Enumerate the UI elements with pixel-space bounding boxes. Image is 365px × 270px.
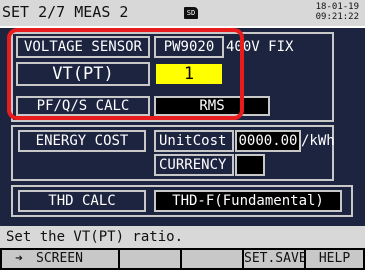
unit-cost-input[interactable]: 0000.00 [235,130,301,152]
time-text: 09:21:22 [315,12,359,22]
fkey-blank-3[interactable] [182,250,242,268]
currency-input[interactable] [235,154,265,176]
fkey-blank-2[interactable] [120,250,180,268]
help-button[interactable]: HELP [306,250,363,268]
function-key-bar: ➔ SCREEN SET.SAVE HELP [0,248,365,270]
unit-cost-unit: /kWh [301,133,335,149]
arrow-right-icon: ➔ [15,251,23,266]
screen-button-label: SCREEN [36,251,83,266]
datetime-display: 18-01-19 09:21:22 [316,2,359,22]
settings-screen: SET 2/7 MEAS 2 SD 18-01-19 09:21:22 VOLT… [0,0,365,270]
settings-tab[interactable]: SET 2/7 MEAS 2 [2,2,128,22]
set-save-button[interactable]: SET.SAVE [244,250,307,268]
screen-button[interactable]: ➔ SCREEN [2,250,118,268]
date-text: 18-01-19 [315,2,359,12]
highlight-frame [7,28,244,120]
energy-cost-label: ENERGY COST [18,130,146,152]
status-message: Set the VT(PT) ratio. [0,226,365,248]
sd-card-icon: SD [184,7,198,19]
thd-calc-label: THD CALC [18,190,146,212]
currency-label: CURRENCY [154,154,234,176]
unit-cost-label: UnitCost [154,130,234,152]
thd-calc-select[interactable]: THD-F(Fundamental) [154,190,342,212]
header-bar: SET 2/7 MEAS 2 SD 18-01-19 09:21:22 [0,0,365,26]
